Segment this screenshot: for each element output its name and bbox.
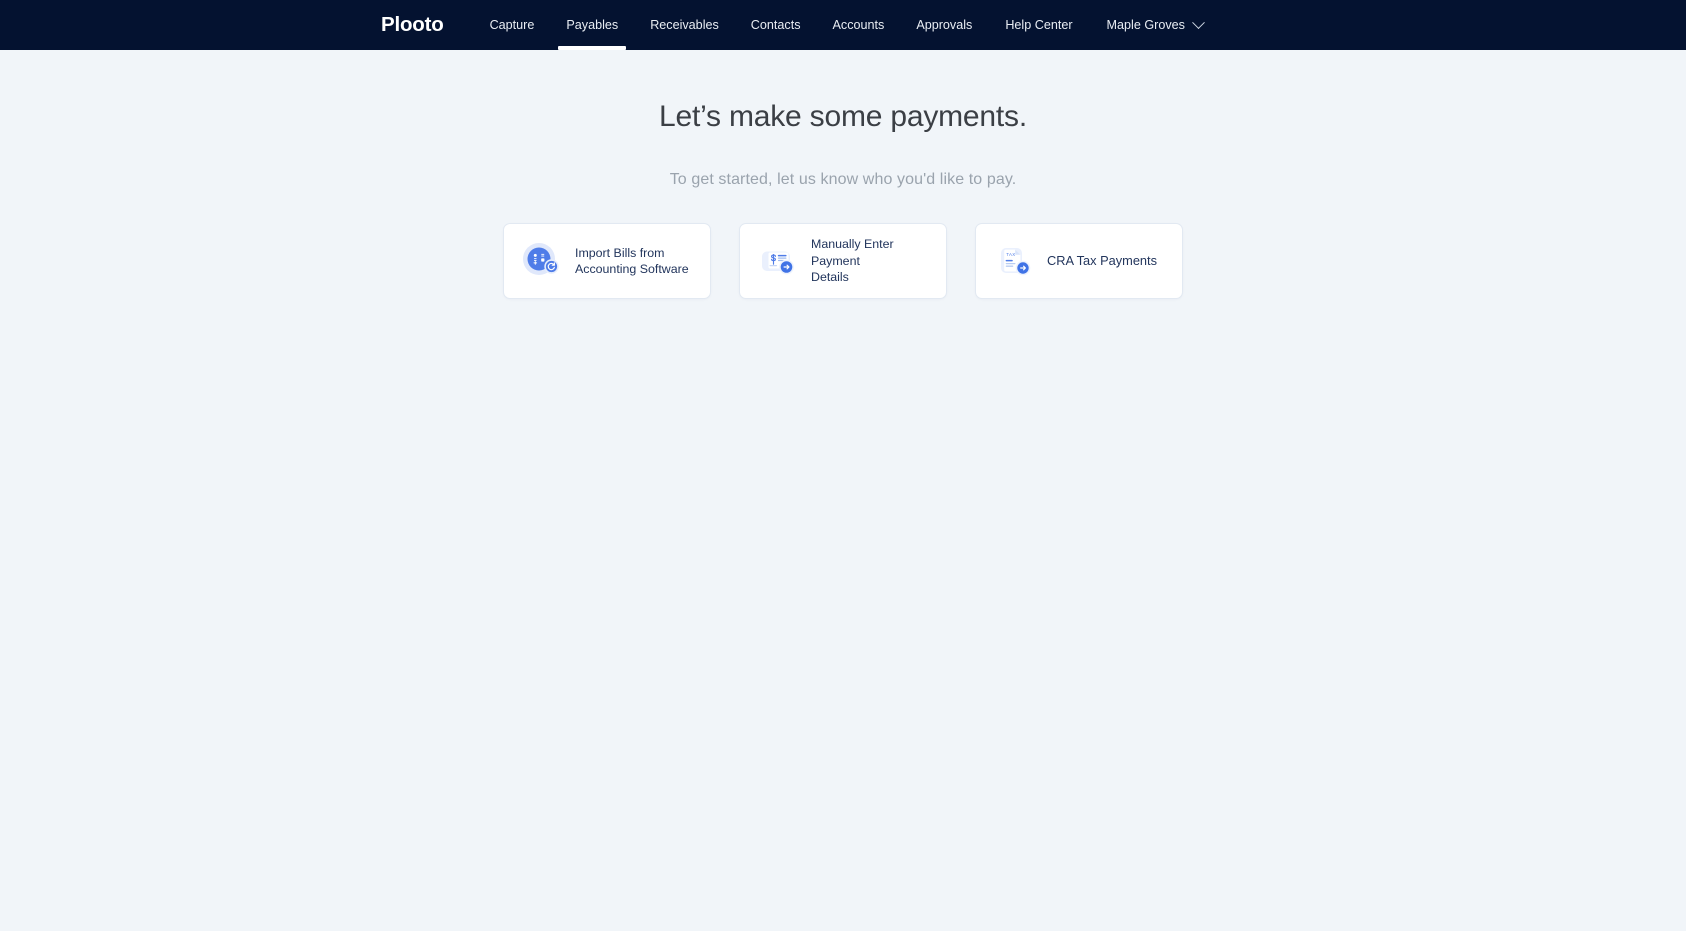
card-cra-tax[interactable]: TAX CRA Tax Payments	[975, 223, 1183, 299]
card-manual-payment-label: Manually Enter Payment Details	[811, 236, 928, 285]
page-title: Let’s make some payments.	[659, 100, 1027, 133]
cheque-dollar-icon	[756, 239, 800, 283]
card-manual-payment-line2: Details	[811, 270, 849, 285]
payment-option-cards: Import Bills from Accounting Software Ma…	[503, 223, 1183, 299]
card-import-bills-line1: Import Bills from	[575, 245, 665, 260]
card-import-bills[interactable]: Import Bills from Accounting Software	[503, 223, 711, 299]
tax-document-icon: TAX	[992, 239, 1036, 283]
organization-name: Maple Groves	[1106, 18, 1185, 32]
svg-text:TAX: TAX	[1006, 252, 1015, 257]
main-content: Let’s make some payments. To get started…	[0, 50, 1686, 299]
nav-item-contacts[interactable]: Contacts	[735, 0, 817, 50]
card-manual-payment[interactable]: Manually Enter Payment Details	[739, 223, 947, 299]
plooto-logo[interactable]: Plooto	[381, 0, 474, 50]
nav-item-approvals[interactable]: Approvals	[900, 0, 988, 50]
help-center-link[interactable]: Help Center	[988, 0, 1089, 50]
nav-item-receivables[interactable]: Receivables	[634, 0, 735, 50]
nav-item-payables[interactable]: Payables	[550, 0, 634, 50]
card-import-bills-label: Import Bills from Accounting Software	[575, 245, 689, 278]
navbar-left-group: Plooto Capture Payables Receivables Cont…	[381, 0, 988, 50]
nav-item-capture[interactable]: Capture	[474, 0, 551, 50]
card-cra-tax-label: CRA Tax Payments	[1047, 252, 1158, 268]
top-navbar: Plooto Capture Payables Receivables Cont…	[0, 0, 1686, 50]
nav-item-accounts[interactable]: Accounts	[817, 0, 901, 50]
primary-nav: Capture Payables Receivables Contacts Ac…	[474, 0, 989, 50]
chevron-down-icon	[1192, 15, 1205, 29]
organization-menu[interactable]: Maple Groves	[1090, 0, 1220, 50]
card-manual-payment-line1: Manually Enter Payment	[811, 237, 894, 268]
card-import-bills-line2: Accounting Software	[575, 262, 689, 276]
navbar-right-group: Help Center Maple Groves	[988, 0, 1220, 50]
accounting-sync-icon	[520, 239, 564, 283]
page-subtitle: To get started, let us know who you'd li…	[669, 171, 1017, 188]
